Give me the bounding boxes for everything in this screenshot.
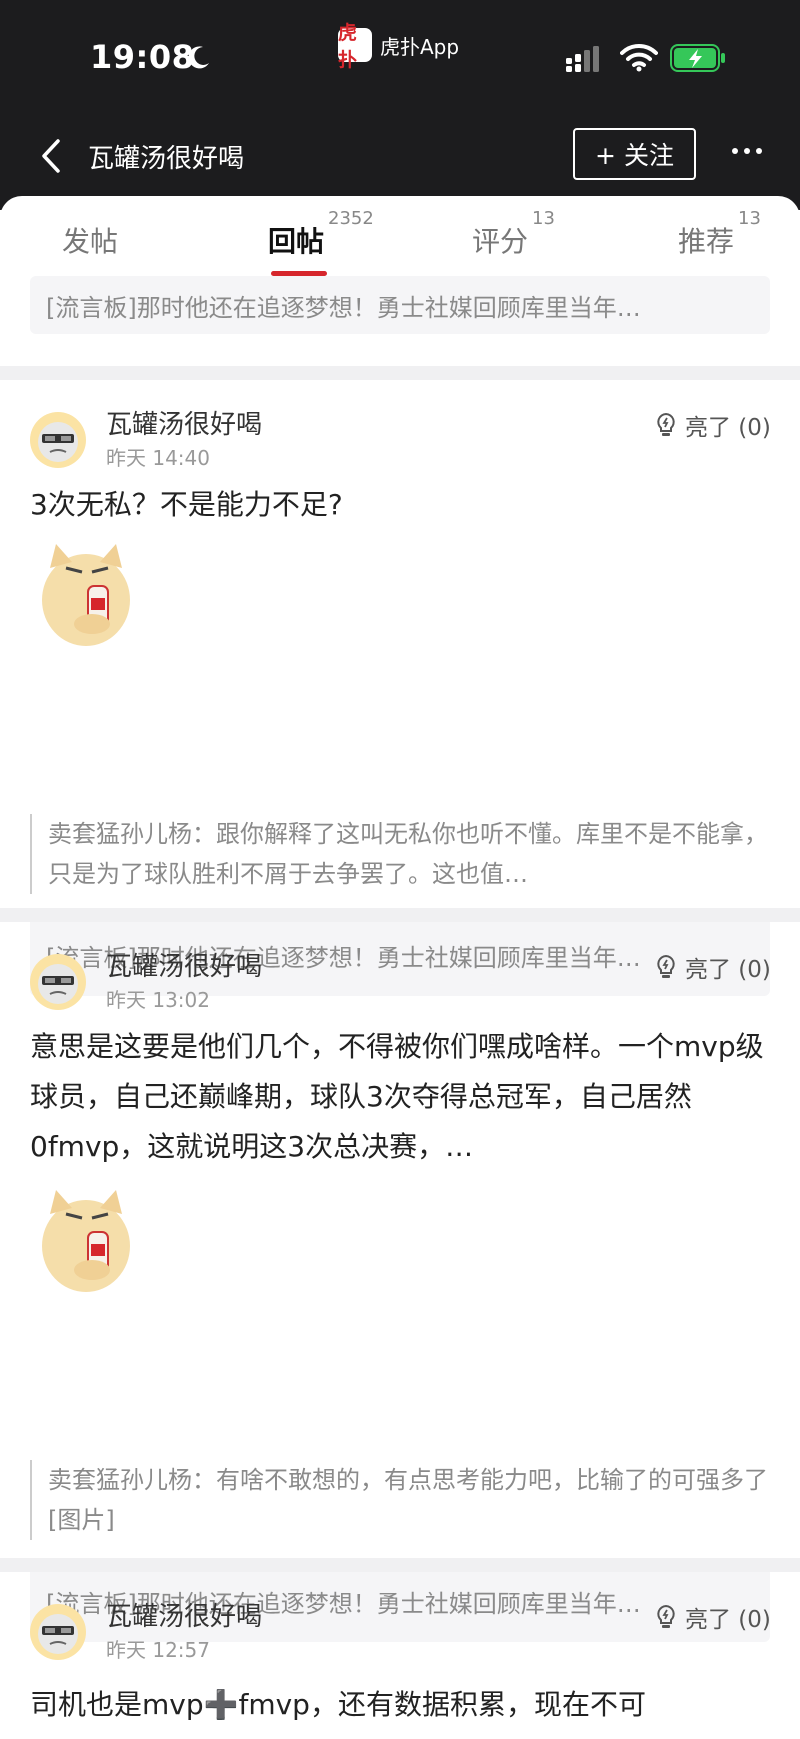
dog-sticker-image xyxy=(42,544,130,646)
lightbulb-icon xyxy=(657,954,675,978)
content-sheet: 发帖 回帖 2352 评分 13 推荐 13 [流言板]那时他还在追逐梦想！勇士社媒回… xyxy=(0,196,800,1739)
status-time: 19:08 xyxy=(90,38,195,76)
reply-post: 瓦罐汤很好喝 昨天 12:57 亮了 (0) 司机也是mvp➕fmvp，还有数据… xyxy=(0,1572,800,1739)
tab-label: 回帖 xyxy=(268,225,325,258)
avatar-face-icon xyxy=(38,964,78,1004)
quoted-reply[interactable]: 卖套猛孙儿杨：跟你解释了这叫无私你也听不懂。库里不是不能拿，只是为了球队胜利不屑… xyxy=(30,814,770,894)
light-count: 亮了 (0) xyxy=(685,415,771,441)
section-divider xyxy=(0,366,800,380)
post-time: 昨天 13:02 xyxy=(106,988,210,1012)
post-text: 3次无私？不是能力不足? xyxy=(30,488,343,521)
username[interactable]: 瓦罐汤很好喝 xyxy=(106,946,262,983)
tab-label: 评分 xyxy=(472,225,529,258)
section-divider xyxy=(0,908,800,922)
tab-replies[interactable]: 回帖 2352 xyxy=(268,208,374,260)
tab-ratings[interactable]: 评分 13 xyxy=(472,208,555,260)
lightbulb-icon xyxy=(657,412,675,436)
avatar-face-icon xyxy=(38,1614,78,1654)
reply-post: 瓦罐汤很好喝 昨天 14:40 亮了 (0) 3次无私？不是能力不足? 卖套猛孙… xyxy=(0,380,800,996)
avatar[interactable] xyxy=(30,954,86,1010)
app-badge: 虎扑 虎扑App xyxy=(338,22,460,71)
follow-button[interactable]: + 关注 xyxy=(573,128,696,180)
status-bar: 19:08 虎扑 虎扑App xyxy=(0,0,800,110)
tab-recommend[interactable]: 推荐 13 xyxy=(678,208,761,260)
avatar[interactable] xyxy=(30,1604,86,1660)
battery-charging-icon xyxy=(670,44,725,72)
nav-bar: 瓦罐汤很好喝 + 关注 xyxy=(0,110,800,200)
light-button[interactable]: 亮了 (0) xyxy=(655,408,771,442)
dog-sticker-image xyxy=(42,1190,130,1292)
post-text: 司机也是mvp➕fmvp，还有数据积累，现在不可 xyxy=(30,1688,646,1721)
light-count: 亮了 (0) xyxy=(685,957,771,983)
avatar[interactable] xyxy=(30,412,86,468)
thread-link-card[interactable]: [流言板]那时他还在追逐梦想！勇士社媒回顾库里当年… xyxy=(30,276,770,334)
tab-bar: 发帖 回帖 2352 评分 13 推荐 13 xyxy=(0,196,800,280)
tab-count: 13 xyxy=(738,208,761,229)
tab-count: 2352 xyxy=(328,208,374,229)
tab-label: 推荐 xyxy=(678,225,735,258)
back-chevron-icon[interactable] xyxy=(40,138,62,174)
moon-icon xyxy=(188,46,209,69)
reply-post: 瓦罐汤很好喝 昨天 13:02 亮了 (0) 意思是这要是他们几个，不得被你们嘿… xyxy=(0,922,800,1642)
quoted-reply[interactable]: 卖套猛孙儿杨：有啥不敢想的，有点思考能力吧，比输了的可强多了[图片] xyxy=(30,1460,770,1540)
light-count: 亮了 (0) xyxy=(685,1607,771,1633)
cellular-signal-icon xyxy=(566,46,599,72)
app-header: 19:08 虎扑 虎扑App 瓦罐汤很好喝 + 关注 xyxy=(0,0,800,210)
post-text: 意思是这要是他们几个，不得被你们嘿成啥样。一个mvp级球员，自己还巅峰期，球队3… xyxy=(30,1030,764,1163)
section-divider xyxy=(0,1558,800,1572)
light-button[interactable]: 亮了 (0) xyxy=(655,950,771,984)
post-time: 昨天 12:57 xyxy=(106,1638,210,1662)
username[interactable]: 瓦罐汤很好喝 xyxy=(106,1596,262,1633)
more-dots-icon[interactable] xyxy=(732,148,762,158)
light-button[interactable]: 亮了 (0) xyxy=(655,1600,771,1634)
wifi-icon xyxy=(620,43,658,72)
hupu-logo-icon: 虎扑 xyxy=(338,22,372,71)
username[interactable]: 瓦罐汤很好喝 xyxy=(106,404,262,441)
tab-label: 发帖 xyxy=(62,225,119,258)
page-title: 瓦罐汤很好喝 xyxy=(88,144,245,174)
lightbulb-icon xyxy=(657,1604,675,1628)
tab-posts[interactable]: 发帖 xyxy=(62,220,118,260)
tab-count: 13 xyxy=(532,208,555,229)
app-name: 虎扑App xyxy=(380,34,460,59)
post-time: 昨天 14:40 xyxy=(106,446,210,470)
avatar-face-icon xyxy=(38,422,78,462)
